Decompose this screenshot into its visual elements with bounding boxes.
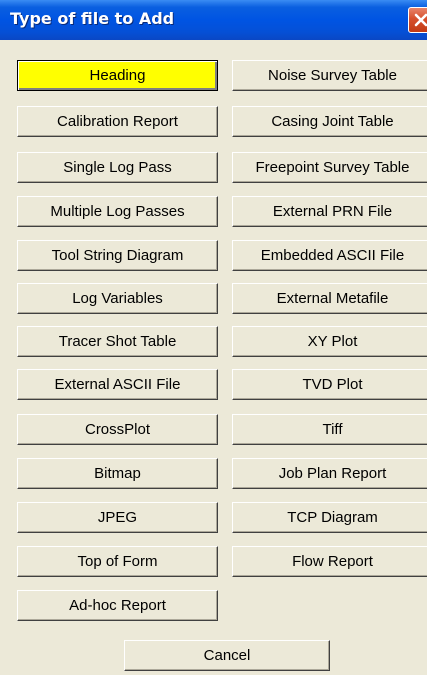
dialog-title: Type of file to Add (10, 9, 175, 28)
jpeg-button[interactable]: JPEG (17, 502, 218, 533)
heading-button[interactable]: Heading (17, 60, 218, 91)
tiff-button[interactable]: Tiff (232, 414, 427, 445)
calibration-report-button[interactable]: Calibration Report (17, 106, 218, 137)
single-log-pass-button[interactable]: Single Log Pass (17, 152, 218, 183)
job-plan-report-button[interactable]: Job Plan Report (232, 458, 427, 489)
bitmap-button[interactable]: Bitmap (17, 458, 218, 489)
top-of-form-button[interactable]: Top of Form (17, 546, 218, 577)
flow-report-button[interactable]: Flow Report (232, 546, 427, 577)
close-icon (414, 13, 427, 27)
close-button[interactable] (408, 7, 427, 33)
embedded-ascii-file-button[interactable]: Embedded ASCII File (232, 240, 427, 271)
add-file-dialog: Type of file to Add Heading Calibration … (0, 0, 427, 675)
ad-hoc-report-button[interactable]: Ad-hoc Report (17, 590, 218, 621)
xy-plot-button[interactable]: XY Plot (232, 326, 427, 357)
tvd-plot-button[interactable]: TVD Plot (232, 369, 427, 400)
multiple-log-passes-button[interactable]: Multiple Log Passes (17, 196, 218, 227)
tool-string-diagram-button[interactable]: Tool String Diagram (17, 240, 218, 271)
external-ascii-file-button[interactable]: External ASCII File (17, 369, 218, 400)
tracer-shot-table-button[interactable]: Tracer Shot Table (17, 326, 218, 357)
log-variables-button[interactable]: Log Variables (17, 283, 218, 314)
title-bar[interactable]: Type of file to Add (0, 0, 427, 40)
casing-joint-table-button[interactable]: Casing Joint Table (232, 106, 427, 137)
external-prn-file-button[interactable]: External PRN File (232, 196, 427, 227)
crossplot-button[interactable]: CrossPlot (17, 414, 218, 445)
tcp-diagram-button[interactable]: TCP Diagram (232, 502, 427, 533)
freepoint-survey-table-button[interactable]: Freepoint Survey Table (232, 152, 427, 183)
cancel-button[interactable]: Cancel (124, 640, 330, 671)
external-metafile-button[interactable]: External Metafile (232, 283, 427, 314)
noise-survey-table-button[interactable]: Noise Survey Table (232, 60, 427, 91)
